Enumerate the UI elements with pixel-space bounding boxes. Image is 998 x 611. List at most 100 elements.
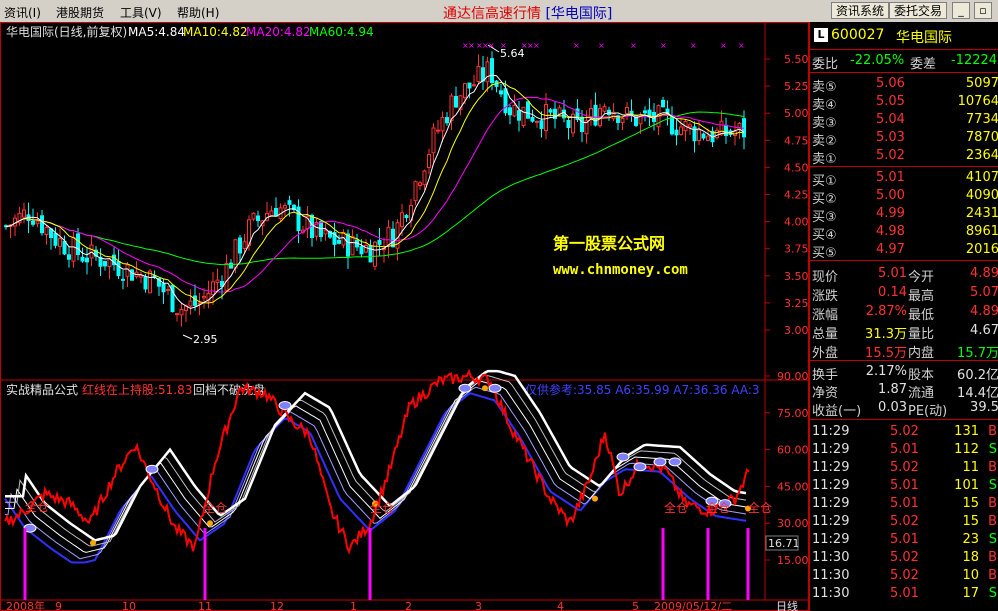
share-stat-row: 净资 1.87 流通 14.4亿 bbox=[810, 382, 998, 401]
stat-label: 总量 bbox=[812, 327, 839, 342]
candle-body bbox=[35, 220, 40, 225]
position-bar bbox=[746, 528, 750, 600]
restore-icon[interactable]: ▫ bbox=[974, 2, 992, 19]
sell-row: 卖⑤ 5.06 5097 bbox=[810, 76, 998, 95]
weibi-row: 委比 -22.05% 委差 -12224 bbox=[810, 53, 998, 72]
candle-body bbox=[445, 117, 449, 124]
buy-price: 4.98 bbox=[876, 224, 905, 239]
indicator-tick-label: 60.00 bbox=[777, 444, 809, 457]
indicator-tick-label: 15.00 bbox=[777, 554, 809, 567]
tick-side: B bbox=[988, 496, 997, 511]
candle-body bbox=[715, 129, 719, 139]
candle-body bbox=[53, 232, 58, 246]
candle-body bbox=[697, 129, 701, 142]
candle-body bbox=[319, 221, 323, 238]
date-label: 4 bbox=[557, 600, 564, 611]
buy-price: 4.99 bbox=[876, 206, 905, 221]
stat-value: 5.01 bbox=[878, 266, 907, 281]
candle-body bbox=[449, 95, 454, 122]
stat-label: 流通 bbox=[908, 386, 935, 401]
sell-price: 5.04 bbox=[876, 112, 905, 127]
full-position-label: 全仓 bbox=[203, 500, 227, 515]
signal-x-marker: × bbox=[533, 41, 540, 50]
signal-x-marker: × bbox=[630, 41, 637, 50]
signal-x-marker: × bbox=[598, 41, 605, 50]
candle-body bbox=[40, 215, 44, 234]
menu-tools[interactable]: 工具(V) bbox=[120, 4, 162, 21]
stock-name: 华电国际 bbox=[896, 30, 952, 46]
candle-body bbox=[80, 256, 85, 262]
tick-side: B bbox=[988, 514, 997, 529]
candle-body bbox=[413, 181, 418, 202]
candle-body bbox=[724, 124, 728, 136]
position-bar bbox=[706, 528, 710, 600]
price-tick-label: 4.50 bbox=[784, 161, 809, 174]
app-title-stock: [华电国际] bbox=[545, 6, 613, 22]
candle-body bbox=[85, 257, 89, 263]
candle-body bbox=[13, 217, 17, 227]
separator bbox=[810, 49, 998, 50]
tick-side: S bbox=[988, 478, 997, 493]
minimize-icon[interactable]: _ bbox=[952, 2, 970, 19]
buy-price: 4.97 bbox=[876, 242, 905, 257]
tick-side: B bbox=[988, 550, 997, 565]
candle-body bbox=[476, 66, 481, 83]
tick-time: 11:29 bbox=[812, 532, 850, 547]
candle-body bbox=[499, 90, 503, 95]
full-position-label: 全仓 bbox=[370, 500, 394, 515]
trade-order-button[interactable]: 委托交易 bbox=[889, 2, 948, 19]
candle-body bbox=[422, 170, 427, 186]
candle-body bbox=[490, 58, 494, 84]
candlesticks bbox=[4, 51, 746, 327]
tick-row: 11:29 5.01 23 S bbox=[810, 532, 998, 550]
news-system-button[interactable]: 资讯系统 bbox=[831, 2, 890, 19]
menu-help[interactable]: 帮助(H) bbox=[177, 4, 219, 21]
candle-body bbox=[364, 244, 368, 253]
tick-time: 11:30 bbox=[812, 586, 850, 601]
candle-body bbox=[350, 235, 355, 256]
tick-price: 5.01 bbox=[890, 496, 919, 511]
indicator-plot bbox=[4, 368, 751, 564]
stat-value: 31.3万 bbox=[865, 327, 907, 342]
price-tick-label: 5.50 bbox=[784, 53, 809, 66]
price-tick-label: 3.00 bbox=[784, 324, 809, 337]
tick-side: B bbox=[988, 424, 997, 439]
stat-label: 最高 bbox=[908, 289, 935, 304]
signal-x-marker: × bbox=[690, 41, 697, 50]
candle-body bbox=[472, 84, 476, 87]
candle-body bbox=[67, 254, 71, 260]
chart-area[interactable]: 华电国际(日线,前复权) MA5:4.84 MA10:4.82 MA20:4.8… bbox=[0, 22, 809, 611]
weibi-value: -22.05% bbox=[850, 53, 905, 68]
separator bbox=[810, 260, 998, 261]
candle-body bbox=[161, 283, 166, 293]
tick-volume: 18 bbox=[962, 550, 979, 565]
date-label: 9 bbox=[55, 600, 62, 611]
buy-row: 买③ 4.99 2431 bbox=[810, 206, 998, 225]
tick-price: 5.02 bbox=[890, 550, 919, 565]
candle-body bbox=[688, 124, 692, 128]
position-bar bbox=[23, 528, 27, 600]
sell-level-label: 卖⑤ bbox=[812, 80, 837, 95]
candle-body bbox=[202, 295, 206, 299]
buy-level-label: 买⑤ bbox=[812, 246, 837, 261]
gem-marker-icon bbox=[616, 452, 630, 462]
menu-info[interactable]: 资讯(I) bbox=[4, 4, 41, 21]
indicator-blue-label: 仅供参考:35.85 A6:35.99 A7:36.36 AA:3 bbox=[525, 382, 760, 397]
candle-body bbox=[179, 309, 184, 316]
sell-row: 卖① 5.02 2364 bbox=[810, 148, 998, 167]
menu-hk-futures[interactable]: 港股期货 bbox=[56, 4, 104, 21]
chart-title: 华电国际(日线,前复权) bbox=[6, 24, 127, 39]
candle-body bbox=[49, 228, 53, 239]
indicator-band-line bbox=[4, 392, 747, 564]
candle-body bbox=[251, 212, 256, 220]
candle-body bbox=[148, 270, 152, 294]
candle-body bbox=[701, 133, 706, 139]
runner-marker-icon bbox=[207, 520, 213, 527]
candle-body bbox=[521, 106, 526, 126]
price-tick-label: 5.00 bbox=[784, 107, 809, 120]
stat-value: 60.2亿 bbox=[957, 368, 998, 383]
stat-label: PE(动) bbox=[908, 404, 948, 419]
sell-price: 5.05 bbox=[876, 94, 905, 109]
indicator-current-value: 16.71 bbox=[768, 537, 800, 550]
candle-body bbox=[58, 237, 62, 247]
